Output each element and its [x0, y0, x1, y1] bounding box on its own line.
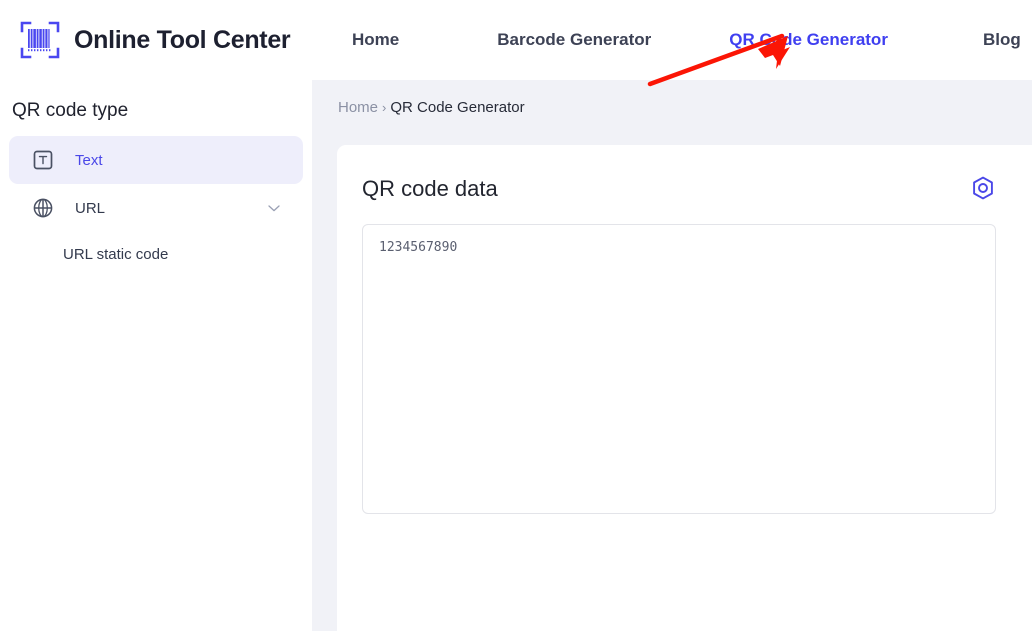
text-box-icon: [31, 148, 55, 172]
sidebar-item-text[interactable]: Text: [9, 136, 303, 184]
chevron-down-icon[interactable]: [267, 201, 281, 215]
sidebar-item-text-label: Text: [75, 151, 103, 169]
card-title: QR code data: [362, 176, 498, 201]
brand-name: Online Tool Center: [74, 25, 291, 54]
qr-code-data-card: QR code data: [337, 145, 1032, 631]
content-area: Home › QR Code Generator QR code data: [312, 80, 1032, 631]
sidebar-item-url-label: URL: [75, 199, 106, 217]
globe-icon: [31, 196, 55, 220]
card-header: QR code data: [337, 145, 1032, 203]
main-navigation: Home Barcode Generator QR Code Generator…: [320, 0, 1032, 80]
sidebar-item-list: Text URL URL static code: [0, 136, 312, 276]
site-header: Online Tool Center Home Barcode Generato…: [0, 0, 1032, 80]
sidebar: QR code type Text URL URL static code: [0, 80, 312, 631]
sidebar-title: QR code type: [12, 100, 129, 121]
sidebar-item-url[interactable]: URL: [9, 184, 303, 232]
breadcrumb: Home › QR Code Generator: [338, 99, 525, 116]
sidebar-subitem-label: URL static code: [63, 245, 169, 263]
sidebar-subitem-url-static-code[interactable]: URL static code: [9, 232, 303, 276]
brand-logo-group[interactable]: Online Tool Center: [0, 18, 320, 62]
breadcrumb-current: QR Code Generator: [390, 99, 525, 116]
hexagon-settings-icon[interactable]: [969, 175, 997, 203]
barcode-scan-icon: [18, 18, 62, 62]
qr-code-data-input[interactable]: [362, 224, 996, 514]
breadcrumb-separator-icon: ›: [382, 100, 387, 115]
nav-item-blog[interactable]: Blog: [983, 30, 1021, 50]
nav-item-qr-code-generator[interactable]: QR Code Generator: [729, 30, 888, 50]
nav-item-home[interactable]: Home: [352, 30, 399, 50]
nav-item-barcode-generator[interactable]: Barcode Generator: [497, 30, 651, 50]
breadcrumb-home[interactable]: Home: [338, 99, 378, 116]
